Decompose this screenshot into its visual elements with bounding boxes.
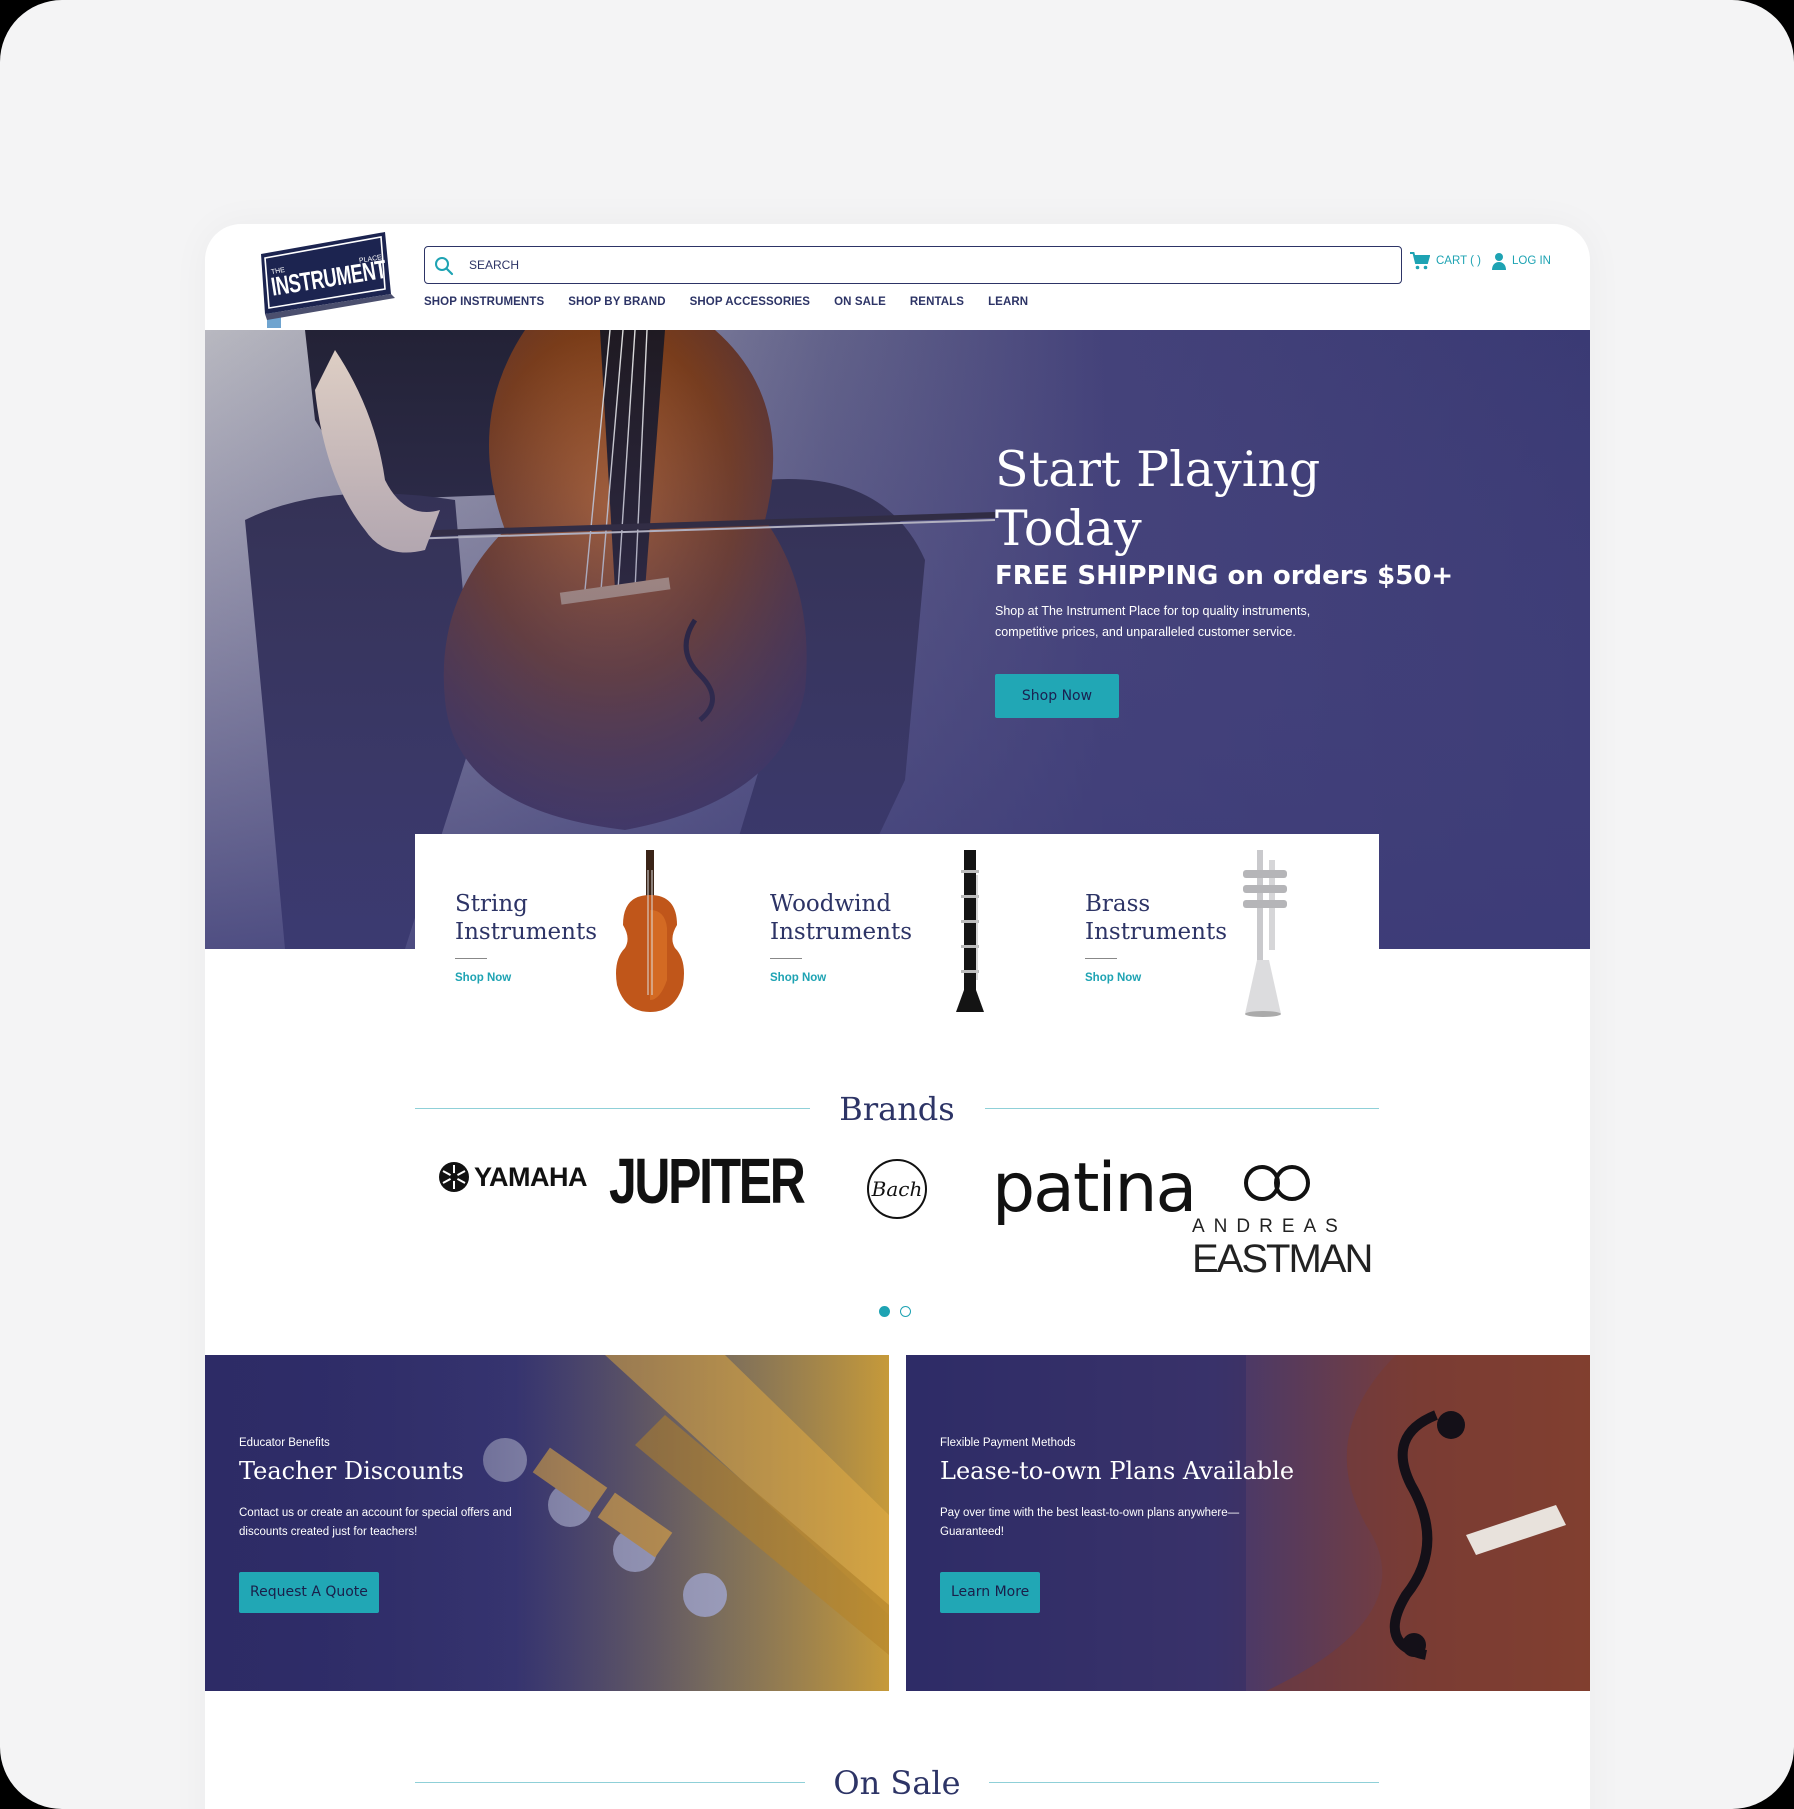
hero-subtitle: FREE SHIPPING on orders $50+ bbox=[995, 561, 1454, 591]
category-shop-now-link[interactable]: Shop Now bbox=[1085, 972, 1141, 984]
category-title: Woodwind Instruments bbox=[770, 891, 913, 945]
search-bar[interactable] bbox=[424, 246, 1402, 284]
nav-on-sale[interactable]: ON SALE bbox=[834, 296, 886, 308]
promo-title: Teacher Discounts bbox=[239, 1457, 464, 1485]
on-sale-heading: On Sale bbox=[415, 1764, 1379, 1804]
heading-line-right bbox=[985, 1108, 1379, 1109]
hero-title: Start Playing Today bbox=[995, 441, 1321, 557]
brand-name: Bach bbox=[871, 1177, 923, 1201]
promo-description: Contact us or create an account for spec… bbox=[239, 1507, 512, 1538]
brand-yamaha-logo[interactable]: YAMAHA bbox=[438, 1161, 588, 1193]
category-divider bbox=[1085, 958, 1117, 959]
category-title: Brass Instruments bbox=[1085, 891, 1228, 945]
brand-jupiter-logo[interactable]: JUPITER bbox=[609, 1144, 858, 1218]
nav-shop-accessories[interactable]: SHOP ACCESSORIES bbox=[690, 296, 810, 308]
nav-learn[interactable]: LEARN bbox=[988, 296, 1028, 308]
cart-label: CART ( ) bbox=[1436, 255, 1481, 267]
hero-shop-now-button[interactable]: Shop Now bbox=[995, 674, 1119, 718]
carousel-dot-1[interactable] bbox=[879, 1306, 890, 1317]
category-shop-now-link[interactable]: Shop Now bbox=[770, 972, 826, 984]
brand-name: EASTMAN bbox=[1192, 1237, 1373, 1281]
category-brass[interactable]: Brass Instruments Shop Now bbox=[1085, 834, 1375, 1017]
promo-description: Pay over time with the best least-to-own… bbox=[940, 1507, 1240, 1538]
user-icon bbox=[1492, 253, 1506, 270]
brand-eastman-logo[interactable]: ANDREAS EASTMAN bbox=[1192, 1159, 1382, 1280]
brand-patina-logo[interactable]: patina bbox=[992, 1149, 1197, 1228]
brand-bach-logo[interactable]: Bach bbox=[867, 1159, 927, 1219]
search-input[interactable] bbox=[469, 253, 1369, 277]
learn-more-button[interactable]: Learn More bbox=[940, 1572, 1041, 1613]
heading-line-right bbox=[989, 1782, 1379, 1783]
heading-line-left bbox=[415, 1782, 805, 1783]
brands-carousel-pagination bbox=[879, 1306, 911, 1317]
nav-shop-by-brand[interactable]: SHOP BY BRAND bbox=[568, 296, 665, 308]
promo-title: Lease-to-own Plans Available bbox=[940, 1457, 1295, 1485]
on-sale-title: On Sale bbox=[833, 1764, 961, 1802]
carousel-dot-2[interactable] bbox=[900, 1306, 911, 1317]
andreas-eastman-mark bbox=[1244, 1165, 1310, 1201]
brand-name: YAMAHA bbox=[474, 1161, 588, 1192]
site-logo[interactable]: THE INSTRUMENT PLACE bbox=[257, 232, 397, 328]
category-divider bbox=[455, 958, 487, 959]
website-page: THE INSTRUMENT PLACE CART ( ) bbox=[205, 224, 1590, 1809]
category-title: String Instruments bbox=[455, 891, 598, 945]
brand-name: JUPITER bbox=[609, 1145, 806, 1217]
promo-teacher-discounts: Educator Benefits Teacher Discounts Cont… bbox=[205, 1355, 889, 1691]
nav-shop-instruments[interactable]: SHOP INSTRUMENTS bbox=[424, 296, 544, 308]
category-divider bbox=[770, 958, 802, 959]
category-shop-now-link[interactable]: Shop Now bbox=[455, 972, 511, 984]
clarinet-icon bbox=[956, 850, 984, 1012]
brand-sub-name: ANDREAS bbox=[1192, 1216, 1347, 1237]
brands-heading: Brands bbox=[415, 1090, 1379, 1128]
promo-kicker: Flexible Payment Methods bbox=[940, 1437, 1076, 1449]
brands-title: Brands bbox=[839, 1090, 955, 1128]
trumpet-icon bbox=[1243, 850, 1287, 1017]
hero-description: Shop at The Instrument Place for top qua… bbox=[995, 604, 1311, 639]
search-icon[interactable] bbox=[434, 256, 454, 276]
promo-kicker: Educator Benefits bbox=[239, 1437, 330, 1449]
request-quote-button[interactable]: Request A Quote bbox=[239, 1572, 379, 1613]
category-string[interactable]: String Instruments Shop Now bbox=[455, 834, 745, 1014]
cart-icon bbox=[1410, 252, 1430, 270]
login-link[interactable]: LOG IN bbox=[1492, 252, 1551, 270]
nav-rentals[interactable]: RENTALS bbox=[910, 296, 964, 308]
violin-icon bbox=[616, 850, 684, 1012]
cart-link[interactable]: CART ( ) bbox=[1410, 252, 1481, 270]
main-nav: SHOP INSTRUMENTS SHOP BY BRAND SHOP ACCE… bbox=[424, 296, 1028, 308]
promo-lease-to-own: Flexible Payment Methods Lease-to-own Pl… bbox=[906, 1355, 1590, 1691]
device-frame: THE INSTRUMENT PLACE CART ( ) bbox=[0, 0, 1794, 1809]
heading-line-left bbox=[415, 1108, 810, 1109]
yamaha-tuning-fork-icon bbox=[439, 1162, 469, 1192]
login-label: LOG IN bbox=[1512, 255, 1551, 267]
category-cards: String Instruments Shop Now Woodwind Ins… bbox=[415, 834, 1379, 1017]
brand-name: patina bbox=[992, 1149, 1197, 1228]
category-woodwind[interactable]: Woodwind Instruments Shop Now bbox=[770, 834, 1060, 1014]
